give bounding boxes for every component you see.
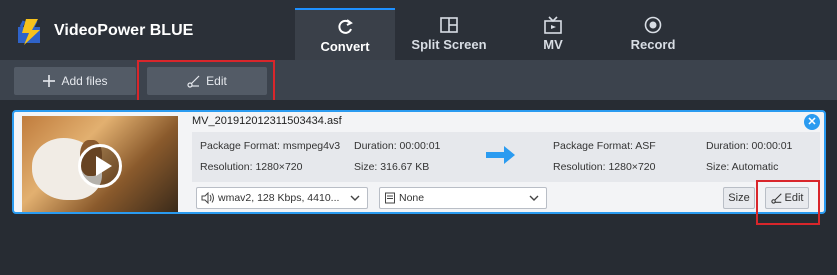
- add-files-label: Add files: [61, 74, 108, 88]
- size-button[interactable]: Size: [723, 187, 755, 209]
- tab-split-screen[interactable]: Split Screen: [399, 8, 499, 60]
- tab-label: Convert: [320, 39, 370, 54]
- tab-mv[interactable]: MV: [503, 8, 603, 60]
- refresh-icon: [338, 19, 353, 34]
- audio-track-value: wmav2, 128 Kbps, 4410...: [218, 192, 340, 204]
- arrow-right-icon: [486, 146, 515, 164]
- chevron-down-icon: [350, 195, 360, 201]
- speaker-icon: [201, 192, 214, 204]
- audio-track-select[interactable]: wmav2, 128 Kbps, 4410...: [196, 187, 368, 209]
- source-resolution: Resolution: 1280×720: [200, 161, 303, 173]
- subtitle-icon: [385, 192, 395, 204]
- highlight-box-toolbar-edit: [137, 60, 275, 105]
- add-files-button[interactable]: Add files: [14, 67, 136, 95]
- toolbar: Add files Edit: [0, 60, 837, 100]
- target-package-format: Package Format: ASF: [553, 140, 656, 152]
- app-logo-icon: [18, 19, 40, 45]
- size-button-label: Size: [728, 192, 750, 204]
- file-name: MV_20191201231150343​4.asf: [192, 115, 342, 127]
- record-icon: [644, 16, 662, 34]
- tv-icon: [544, 16, 562, 34]
- target-duration: Duration: 00:00:01: [706, 140, 793, 152]
- play-icon[interactable]: [78, 144, 122, 188]
- source-size: Size: 316.67 KB: [354, 161, 430, 173]
- source-package-format: Package Format: msmpeg4v3: [200, 140, 341, 152]
- video-thumbnail[interactable]: [22, 116, 178, 212]
- tab-label: Record: [630, 37, 676, 52]
- top-bar: VideoPower BLUE Convert Split Screen MV …: [0, 0, 837, 60]
- target-size: Size: Automatic: [706, 161, 779, 173]
- close-icon[interactable]: ✕: [804, 114, 820, 130]
- app-title: VideoPower BLUE: [54, 22, 194, 39]
- source-duration: Duration: 00:00:01: [354, 140, 441, 152]
- tab-record[interactable]: Record: [603, 8, 703, 60]
- file-card: MV_20191201231150343​4.asf ✕ Package For…: [12, 110, 826, 214]
- chevron-down-icon: [529, 195, 539, 201]
- target-resolution: Resolution: 1280×720: [553, 161, 656, 173]
- split-screen-icon: [440, 17, 458, 33]
- tab-label: Split Screen: [411, 37, 487, 52]
- tab-label: MV: [543, 37, 563, 52]
- file-info-panel: Package Format: msmpeg4v3 Duration: 00:0…: [192, 132, 820, 182]
- highlight-box-file-edit: [756, 180, 820, 225]
- subtitle-select[interactable]: None: [379, 187, 547, 209]
- plus-icon: [43, 75, 56, 87]
- tab-convert[interactable]: Convert: [295, 8, 395, 60]
- subtitle-value: None: [399, 192, 425, 204]
